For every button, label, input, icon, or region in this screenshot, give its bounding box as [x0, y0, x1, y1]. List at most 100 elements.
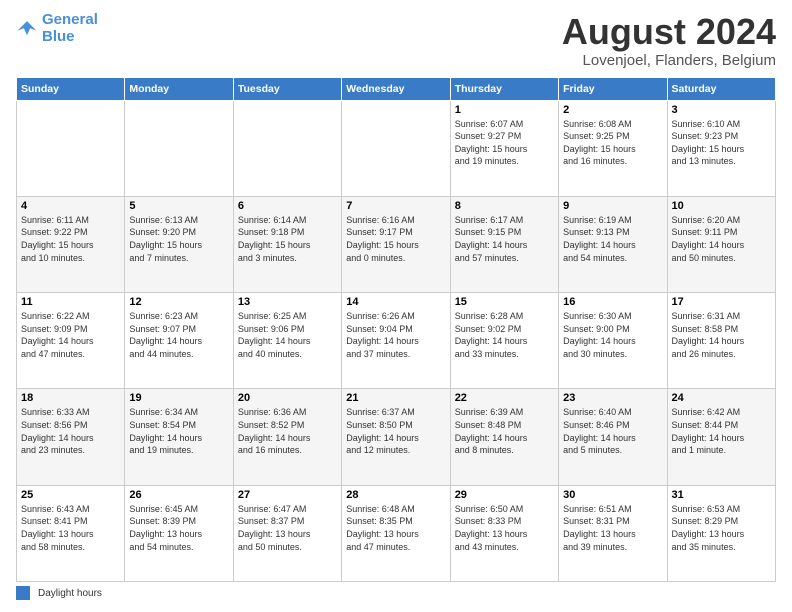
day-number: 11 [21, 296, 120, 308]
day-info: Sunrise: 6:42 AM Sunset: 8:44 PM Dayligh… [672, 406, 771, 456]
table-row: 25 Sunrise: 6:43 AM Sunset: 8:41 PM Dayli… [17, 485, 125, 581]
table-row: 13 Sunrise: 6:25 AM Sunset: 9:06 PM Dayli… [233, 293, 341, 389]
table-row: 12Sunrise: 6:23 AM Sunset: 9:07 PM Dayli… [125, 293, 233, 389]
table-row: 5Sunrise: 6:13 AM Sunset: 9:20 PM Daylig… [125, 196, 233, 292]
day-info: Sunrise: 6:07 AM Sunset: 9:27 PM Dayligh… [455, 118, 554, 168]
day-number: 13 [238, 296, 337, 308]
calendar-header-row: Sunday Monday Tuesday Wednesday Thursday… [17, 77, 776, 100]
col-saturday: Saturday [667, 77, 775, 100]
day-info: Sunrise: 6:13 AM Sunset: 9:20 PM Dayligh… [129, 214, 228, 264]
table-row: 27 Sunrise: 6:47 AM Sunset: 8:37 PM Dayli… [233, 485, 341, 581]
day-number: 27 [238, 489, 337, 501]
day-info: Sunrise: 6:43 AM Sunset: 8:41 PM Dayligh… [21, 503, 120, 553]
table-row: 20 Sunrise: 6:36 AM Sunset: 8:52 PM Dayli… [233, 389, 341, 485]
table-row: 22 Sunrise: 6:39 AM Sunset: 8:48 PM Dayli… [450, 389, 558, 485]
calendar-week-1: 4Sunrise: 6:11 AM Sunset: 9:22 PM Daylig… [17, 196, 776, 292]
calendar: Sunday Monday Tuesday Wednesday Thursday… [16, 77, 776, 582]
daylight-legend-box [16, 586, 30, 600]
day-info: Sunrise: 6:39 AM Sunset: 8:48 PM Dayligh… [455, 406, 554, 456]
day-number: 17 [672, 296, 771, 308]
day-info: Sunrise: 6:22 AM Sunset: 9:09 PM Dayligh… [21, 310, 120, 360]
day-info: Sunrise: 6:08 AM Sunset: 9:25 PM Dayligh… [563, 118, 662, 168]
month-title: August 2024 [562, 12, 776, 52]
table-row: 14Sunrise: 6:26 AM Sunset: 9:04 PM Dayli… [342, 293, 450, 389]
day-info: Sunrise: 6:25 AM Sunset: 9:06 PM Dayligh… [238, 310, 337, 360]
table-row: 17Sunrise: 6:31 AM Sunset: 8:58 PM Dayli… [667, 293, 775, 389]
table-row: 10 Sunrise: 6:20 AM Sunset: 9:11 PM Dayli… [667, 196, 775, 292]
day-info: Sunrise: 6:47 AM Sunset: 8:37 PM Dayligh… [238, 503, 337, 553]
col-tuesday: Tuesday [233, 77, 341, 100]
daylight-legend-label: Daylight hours [38, 588, 102, 599]
footer: Daylight hours [16, 586, 776, 600]
day-info: Sunrise: 6:10 AM Sunset: 9:23 PM Dayligh… [672, 118, 771, 168]
logo-icon [16, 18, 38, 40]
day-number: 12 [129, 296, 228, 308]
day-number: 9 [563, 200, 662, 212]
day-number: 6 [238, 200, 337, 212]
table-row: 24 Sunrise: 6:42 AM Sunset: 8:44 PM Dayli… [667, 389, 775, 485]
day-number: 28 [346, 489, 445, 501]
table-row: 1 Sunrise: 6:07 AM Sunset: 9:27 PM Daylig… [450, 100, 558, 196]
table-row: 4Sunrise: 6:11 AM Sunset: 9:22 PM Daylig… [17, 196, 125, 292]
table-row: 15 Sunrise: 6:28 AM Sunset: 9:02 PM Dayli… [450, 293, 558, 389]
table-row: 9 Sunrise: 6:19 AM Sunset: 9:13 PM Daylig… [559, 196, 667, 292]
day-number: 3 [672, 104, 771, 116]
table-row: 7Sunrise: 6:16 AM Sunset: 9:17 PM Daylig… [342, 196, 450, 292]
col-thursday: Thursday [450, 77, 558, 100]
day-number: 21 [346, 392, 445, 404]
day-info: Sunrise: 6:28 AM Sunset: 9:02 PM Dayligh… [455, 310, 554, 360]
title-block: August 2024 Lovenjoel, Flanders, Belgium [562, 12, 776, 69]
calendar-week-3: 18 Sunrise: 6:33 AM Sunset: 8:56 PM Dayli… [17, 389, 776, 485]
table-row: 28 Sunrise: 6:48 AM Sunset: 8:35 PM Dayli… [342, 485, 450, 581]
table-row [233, 100, 341, 196]
location-subtitle: Lovenjoel, Flanders, Belgium [562, 52, 776, 69]
table-row: 19Sunrise: 6:34 AM Sunset: 8:54 PM Dayli… [125, 389, 233, 485]
day-info: Sunrise: 6:50 AM Sunset: 8:33 PM Dayligh… [455, 503, 554, 553]
table-row: 30 Sunrise: 6:51 AM Sunset: 8:31 PM Dayli… [559, 485, 667, 581]
day-info: Sunrise: 6:14 AM Sunset: 9:18 PM Dayligh… [238, 214, 337, 264]
day-number: 4 [21, 200, 120, 212]
day-number: 22 [455, 392, 554, 404]
calendar-week-2: 11 Sunrise: 6:22 AM Sunset: 9:09 PM Dayli… [17, 293, 776, 389]
day-number: 20 [238, 392, 337, 404]
table-row: 31 Sunrise: 6:53 AM Sunset: 8:29 PM Dayli… [667, 485, 775, 581]
day-info: Sunrise: 6:45 AM Sunset: 8:39 PM Dayligh… [129, 503, 228, 553]
table-row: 2Sunrise: 6:08 AM Sunset: 9:25 PM Daylig… [559, 100, 667, 196]
table-row: 8 Sunrise: 6:17 AM Sunset: 9:15 PM Daylig… [450, 196, 558, 292]
calendar-week-4: 25 Sunrise: 6:43 AM Sunset: 8:41 PM Dayli… [17, 485, 776, 581]
day-number: 30 [563, 489, 662, 501]
page: GeneralBlue August 2024 Lovenjoel, Fland… [0, 0, 792, 612]
day-number: 18 [21, 392, 120, 404]
day-number: 23 [563, 392, 662, 404]
day-info: Sunrise: 6:48 AM Sunset: 8:35 PM Dayligh… [346, 503, 445, 553]
day-info: Sunrise: 6:51 AM Sunset: 8:31 PM Dayligh… [563, 503, 662, 553]
col-monday: Monday [125, 77, 233, 100]
day-number: 31 [672, 489, 771, 501]
table-row: 16Sunrise: 6:30 AM Sunset: 9:00 PM Dayli… [559, 293, 667, 389]
day-info: Sunrise: 6:17 AM Sunset: 9:15 PM Dayligh… [455, 214, 554, 264]
day-number: 10 [672, 200, 771, 212]
day-info: Sunrise: 6:36 AM Sunset: 8:52 PM Dayligh… [238, 406, 337, 456]
col-wednesday: Wednesday [342, 77, 450, 100]
col-friday: Friday [559, 77, 667, 100]
day-info: Sunrise: 6:33 AM Sunset: 8:56 PM Dayligh… [21, 406, 120, 456]
day-number: 16 [563, 296, 662, 308]
day-number: 19 [129, 392, 228, 404]
day-number: 24 [672, 392, 771, 404]
day-number: 15 [455, 296, 554, 308]
table-row: 23Sunrise: 6:40 AM Sunset: 8:46 PM Dayli… [559, 389, 667, 485]
table-row [125, 100, 233, 196]
header: GeneralBlue August 2024 Lovenjoel, Fland… [16, 12, 776, 69]
table-row [342, 100, 450, 196]
day-info: Sunrise: 6:20 AM Sunset: 9:11 PM Dayligh… [672, 214, 771, 264]
day-number: 8 [455, 200, 554, 212]
day-info: Sunrise: 6:19 AM Sunset: 9:13 PM Dayligh… [563, 214, 662, 264]
day-number: 25 [21, 489, 120, 501]
day-info: Sunrise: 6:53 AM Sunset: 8:29 PM Dayligh… [672, 503, 771, 553]
table-row: 26 Sunrise: 6:45 AM Sunset: 8:39 PM Dayli… [125, 485, 233, 581]
day-number: 1 [455, 104, 554, 116]
table-row: 3 Sunrise: 6:10 AM Sunset: 9:23 PM Daylig… [667, 100, 775, 196]
day-number: 26 [129, 489, 228, 501]
table-row: 6 Sunrise: 6:14 AM Sunset: 9:18 PM Daylig… [233, 196, 341, 292]
table-row: 29Sunrise: 6:50 AM Sunset: 8:33 PM Dayli… [450, 485, 558, 581]
